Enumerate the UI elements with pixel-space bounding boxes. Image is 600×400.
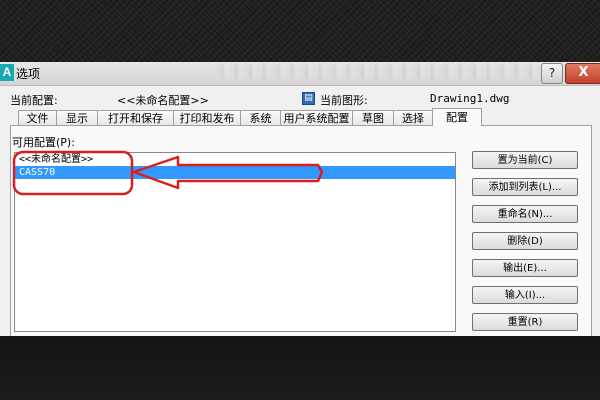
tab-plot-publish[interactable]: 打印和发布	[173, 110, 241, 125]
tab-display[interactable]: 显示	[56, 110, 98, 125]
current-drawing-label: 当前图形:	[320, 94, 368, 107]
tab-files[interactable]: 文件	[18, 110, 57, 125]
dialog-title: 选项	[16, 67, 41, 81]
help-button[interactable]: ?	[541, 63, 563, 84]
close-button[interactable]: X	[565, 63, 600, 84]
delete-button[interactable]: 删除(D)	[472, 232, 578, 250]
current-profile-label: 当前配置:	[10, 94, 58, 107]
export-button[interactable]: 输出(E)...	[472, 259, 578, 277]
reset-button[interactable]: 重置(R)	[472, 313, 578, 331]
blurred-titlebar-area	[215, 64, 545, 79]
drawing-file-icon: ▤	[302, 92, 315, 105]
autocad-a-icon: A	[0, 64, 14, 81]
rename-button[interactable]: 重命名(N)...	[472, 205, 578, 223]
title-bar: A 选项 ? X	[0, 62, 600, 86]
list-item-selected[interactable]: CASS70	[15, 166, 455, 179]
list-item[interactable]: <<未命名配置>>	[19, 153, 93, 166]
set-current-button[interactable]: 置为当前(C)	[472, 151, 578, 169]
current-drawing-value: Drawing1.dwg	[430, 92, 510, 105]
tab-drafting[interactable]: 草图	[352, 110, 394, 125]
profiles-list[interactable]: <<未命名配置>> CASS70	[14, 152, 456, 332]
current-profile-value: <<未命名配置>>	[117, 94, 209, 107]
add-to-list-button[interactable]: 添加到列表(L)...	[472, 178, 578, 196]
tab-system[interactable]: 系统	[240, 110, 281, 125]
import-button[interactable]: 输入(I)...	[472, 286, 578, 304]
tab-open-save[interactable]: 打开和保存	[97, 110, 174, 125]
tab-user-preferences[interactable]: 用户系统配置	[280, 110, 353, 125]
tab-profiles[interactable]: 配置	[432, 108, 482, 126]
dark-bottom-area	[0, 336, 600, 400]
tab-selection[interactable]: 选择	[393, 110, 433, 125]
options-dialog: A 选项 ? X 当前配置: <<未命名配置>> ▤ 当前图形: Drawing…	[0, 62, 600, 336]
available-profiles-label: 可用配置(P):	[12, 136, 75, 149]
